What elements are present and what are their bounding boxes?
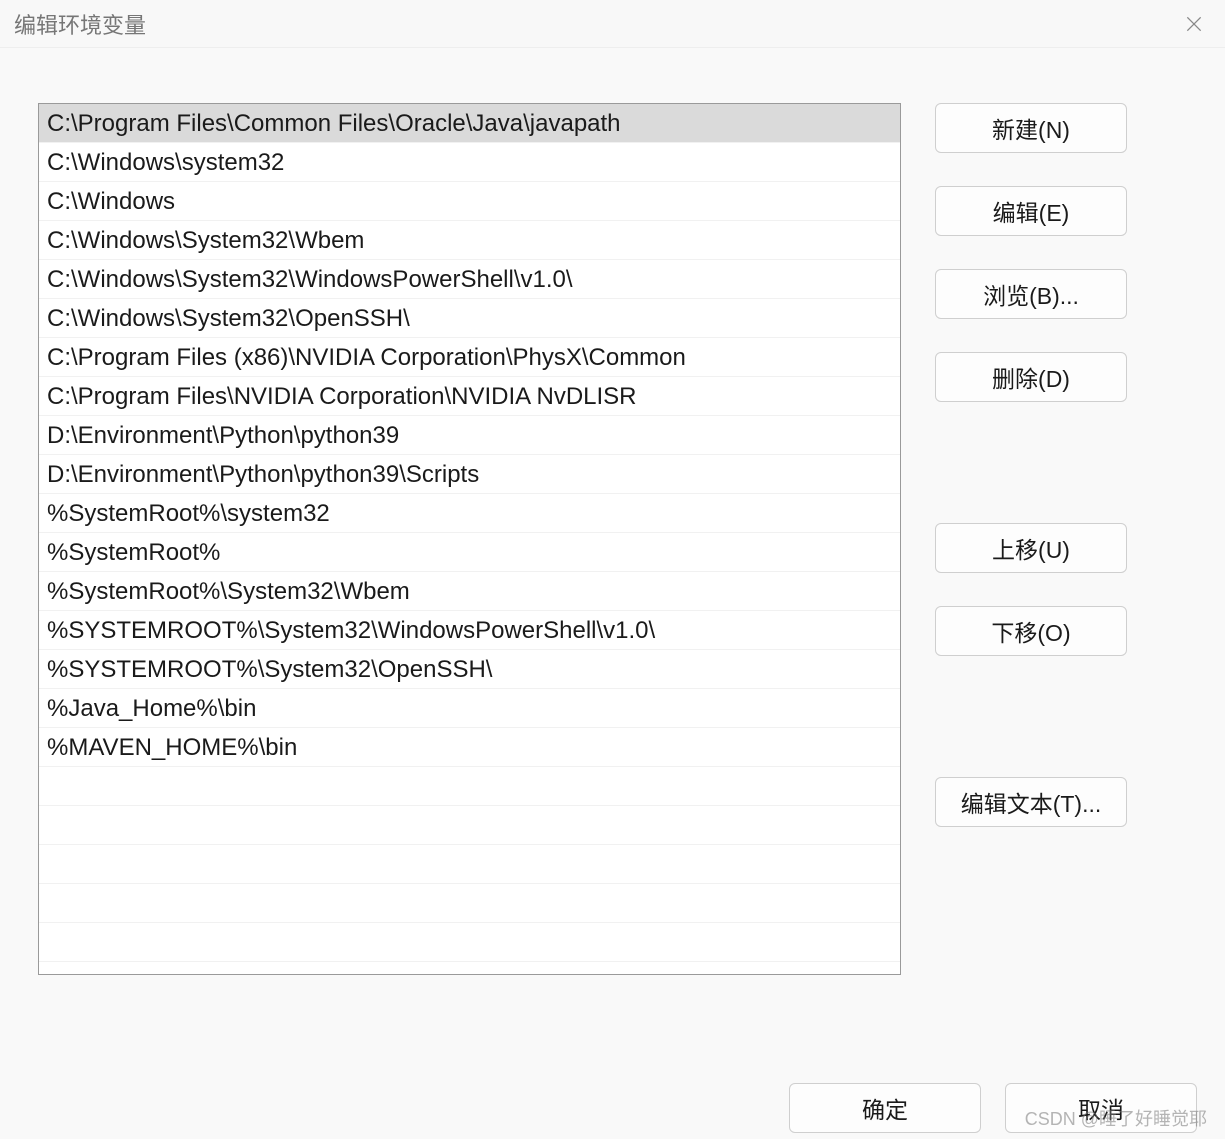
list-item[interactable]: %SystemRoot%\System32\Wbem bbox=[39, 572, 900, 611]
list-item[interactable]: C:\Windows bbox=[39, 182, 900, 221]
side-button-panel: 新建(N) 编辑(E) 浏览(B)... 删除(D) 上移(U) 下移(O) 编… bbox=[935, 103, 1187, 975]
list-item[interactable]: %MAVEN_HOME%\bin bbox=[39, 728, 900, 767]
cancel-button[interactable]: 取消 bbox=[1005, 1083, 1197, 1133]
dialog-footer: 确定 取消 bbox=[789, 1083, 1197, 1139]
ok-button[interactable]: 确定 bbox=[789, 1083, 981, 1133]
list-item[interactable]: C:\Windows\system32 bbox=[39, 143, 900, 182]
list-item[interactable]: . bbox=[39, 884, 900, 923]
list-item[interactable]: C:\Windows\System32\WindowsPowerShell\v1… bbox=[39, 260, 900, 299]
move-down-button[interactable]: 下移(O) bbox=[935, 606, 1127, 656]
list-item[interactable]: C:\Program Files (x86)\NVIDIA Corporatio… bbox=[39, 338, 900, 377]
list-item[interactable]: D:\Environment\Python\python39 bbox=[39, 416, 900, 455]
dialog-content: C:\Program Files\Common Files\Oracle\Jav… bbox=[0, 48, 1225, 995]
edit-text-button[interactable]: 编辑文本(T)... bbox=[935, 777, 1127, 827]
list-item[interactable]: %Java_Home%\bin bbox=[39, 689, 900, 728]
list-item[interactable]: C:\Program Files\NVIDIA Corporation\NVID… bbox=[39, 377, 900, 416]
dialog-title: 编辑环境变量 bbox=[14, 8, 146, 40]
list-item[interactable]: C:\Program Files\Common Files\Oracle\Jav… bbox=[39, 104, 900, 143]
list-item[interactable]: %SYSTEMROOT%\System32\OpenSSH\ bbox=[39, 650, 900, 689]
list-item[interactable]: . bbox=[39, 767, 900, 806]
list-item[interactable]: . bbox=[39, 923, 900, 962]
move-up-button[interactable]: 上移(U) bbox=[935, 523, 1127, 573]
list-item[interactable]: C:\Windows\System32\Wbem bbox=[39, 221, 900, 260]
list-item[interactable]: D:\Environment\Python\python39\Scripts bbox=[39, 455, 900, 494]
browse-button[interactable]: 浏览(B)... bbox=[935, 269, 1127, 319]
list-item[interactable]: . bbox=[39, 845, 900, 884]
list-item[interactable]: . bbox=[39, 806, 900, 845]
list-item[interactable]: C:\Windows\System32\OpenSSH\ bbox=[39, 299, 900, 338]
list-item[interactable]: %SystemRoot% bbox=[39, 533, 900, 572]
edit-button[interactable]: 编辑(E) bbox=[935, 186, 1127, 236]
path-listbox[interactable]: C:\Program Files\Common Files\Oracle\Jav… bbox=[38, 103, 901, 975]
titlebar: 编辑环境变量 bbox=[0, 0, 1225, 48]
new-button[interactable]: 新建(N) bbox=[935, 103, 1127, 153]
list-item[interactable]: %SYSTEMROOT%\System32\WindowsPowerShell\… bbox=[39, 611, 900, 650]
delete-button[interactable]: 删除(D) bbox=[935, 352, 1127, 402]
list-item[interactable]: %SystemRoot%\system32 bbox=[39, 494, 900, 533]
close-icon[interactable] bbox=[1181, 11, 1207, 37]
